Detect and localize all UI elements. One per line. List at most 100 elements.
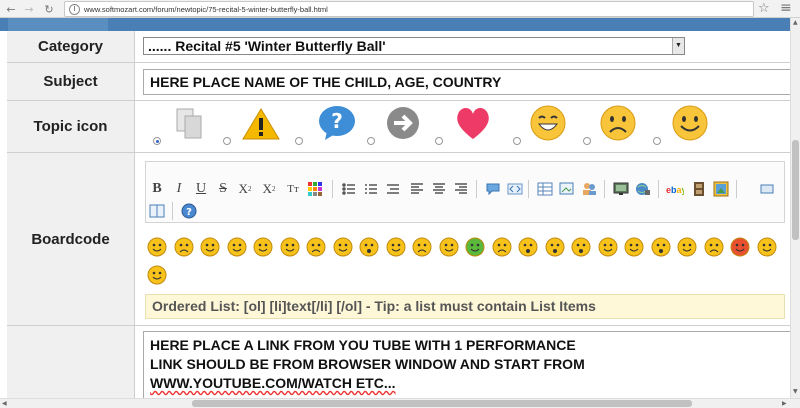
topic-icon-radio[interactable] <box>513 137 521 145</box>
smiley-teary-icon[interactable] <box>412 237 432 257</box>
smiley-ooh-icon[interactable] <box>571 237 591 257</box>
message-line: HERE PLACE A LINK FROM YOU TUBE WITH 1 P… <box>150 337 576 353</box>
smiley-surprised-icon[interactable] <box>359 237 379 257</box>
document-icon <box>176 108 202 139</box>
smiley-laugh-icon[interactable] <box>651 237 671 257</box>
smiley-o-face-icon[interactable] <box>545 237 565 257</box>
topic-icon-row: Topic icon ? <box>7 101 790 153</box>
topic-icon-option-warning[interactable] <box>217 101 287 151</box>
help-icon[interactable]: ? <box>180 202 198 220</box>
underline-button[interactable]: U <box>192 180 210 198</box>
smiley-meh-icon[interactable] <box>677 237 697 257</box>
svg-text:ebay: ebay <box>666 185 684 195</box>
topic-icon-option-arrow[interactable] <box>363 101 433 151</box>
scroll-left-icon[interactable]: ◀ <box>2 400 7 407</box>
smiley-green-icon[interactable] <box>465 237 485 257</box>
smiley-confused-icon[interactable] <box>386 237 406 257</box>
topic-icon-radio[interactable] <box>367 137 375 145</box>
bold-button[interactable]: B <box>148 180 166 198</box>
topic-icon-radio[interactable] <box>153 137 161 145</box>
color-palette-icon[interactable] <box>306 180 324 198</box>
screenshot-icon[interactable] <box>612 180 630 198</box>
scroll-right-icon[interactable]: ▶ <box>782 400 787 407</box>
topic-icon-option-document[interactable] <box>135 101 205 151</box>
unordered-list-icon[interactable] <box>340 180 358 198</box>
bbcode-editor: B I U S X2 X2 Tт eba ? Ordered List: [ol… <box>145 161 785 321</box>
table-icon[interactable] <box>536 180 554 198</box>
horizontal-scroll-thumb[interactable] <box>192 400 692 407</box>
list-item-icon[interactable] <box>384 180 402 198</box>
message-row: HERE PLACE A LINK FROM YOU TUBE WITH 1 P… <box>7 326 798 406</box>
horizontal-scrollbar[interactable]: ◀ ▶ <box>0 398 800 408</box>
topic-icon-option-question[interactable]: ? <box>291 101 361 151</box>
topic-icon-radio[interactable] <box>653 137 661 145</box>
align-left-icon[interactable] <box>408 180 426 198</box>
vertical-scroll-thumb[interactable] <box>792 140 799 240</box>
insert-image-icon[interactable] <box>558 180 576 198</box>
message-line: WWW.YOUTUBE.COM/WATCH ETC... <box>150 375 396 391</box>
smiley-shh-icon[interactable] <box>624 237 644 257</box>
forum-header-bar <box>0 18 790 31</box>
smiley-sad-icon[interactable] <box>174 237 194 257</box>
info-icon[interactable]: i <box>69 3 80 15</box>
message-textarea[interactable]: HERE PLACE A LINK FROM YOU TUBE WITH 1 P… <box>143 331 798 401</box>
heart-icon <box>457 108 489 139</box>
font-size-button[interactable]: Tт <box>284 180 302 198</box>
back-icon[interactable]: ← <box>2 0 20 18</box>
topic-icon-option-sad[interactable] <box>579 101 649 151</box>
subject-input[interactable]: HERE PLACE NAME OF THE CHILD, AGE, COUNT… <box>143 69 800 95</box>
category-select[interactable]: ...... Recital #5 'Winter Butterfly Ball… <box>143 37 685 55</box>
address-bar[interactable]: i www.softmozart.com/forum/newtopic/75-r… <box>64 1 754 17</box>
smiley-wink-icon[interactable] <box>253 237 273 257</box>
smiley-grin-icon[interactable] <box>227 237 247 257</box>
video-film-icon[interactable] <box>690 180 708 198</box>
quote-icon[interactable] <box>484 180 502 198</box>
users-icon[interactable] <box>580 180 598 198</box>
smiley-dizzy-icon[interactable] <box>147 265 167 285</box>
topic-icon-radio[interactable] <box>435 137 443 145</box>
scroll-up-icon[interactable]: ▲ <box>793 19 798 26</box>
scroll-down-icon[interactable]: ▼ <box>793 388 798 395</box>
smiley-glasses-icon[interactable] <box>333 237 353 257</box>
smiley-frown-icon[interactable] <box>492 237 512 257</box>
picture-icon[interactable] <box>712 180 730 198</box>
smiley-devil-icon[interactable] <box>730 237 750 257</box>
topic-icon-radio[interactable] <box>583 137 591 145</box>
smiley-shock-icon[interactable] <box>518 237 538 257</box>
align-center-icon[interactable] <box>430 180 448 198</box>
boardcode-row: Boardcode B I U S X2 X2 Tт eba ? Ordered… <box>7 153 790 326</box>
subscript-label: X <box>238 181 248 196</box>
ordered-list-icon[interactable] <box>362 180 380 198</box>
forward-icon[interactable]: → <box>20 0 38 18</box>
ebay-icon[interactable]: ebay <box>666 180 684 198</box>
reload-icon[interactable]: ↻ <box>40 0 58 18</box>
bbcode-helpline: Ordered List: [ol] [li]text[/li] [/ol] -… <box>145 294 785 319</box>
italic-button[interactable]: I <box>170 180 188 198</box>
smiley-worried-icon[interactable] <box>704 237 724 257</box>
bookmark-star-icon[interactable]: ☆ <box>758 1 770 16</box>
topic-icon-option-heart[interactable] <box>435 101 505 151</box>
dropdown-arrow-icon[interactable]: ▼ <box>672 38 684 54</box>
smiley-smile-icon[interactable] <box>200 237 220 257</box>
superscript-button[interactable]: X2 <box>260 180 278 198</box>
book-icon[interactable] <box>148 202 166 220</box>
smiley-big-grin-icon[interactable] <box>439 237 459 257</box>
smiley-angry-icon[interactable] <box>306 237 326 257</box>
code-icon[interactable] <box>506 180 524 198</box>
more-tools-icon[interactable] <box>758 180 776 198</box>
topic-icon-option-smile[interactable] <box>649 101 719 151</box>
align-right-icon[interactable] <box>452 180 470 198</box>
smiley-neutral-icon[interactable] <box>598 237 618 257</box>
category-label: Category <box>7 31 135 62</box>
topic-icon-radio[interactable] <box>223 137 231 145</box>
vertical-scrollbar[interactable]: ▲ ▼ <box>790 18 800 398</box>
menu-icon[interactable]: ≡ <box>780 0 792 16</box>
globe-link-icon[interactable] <box>634 180 652 198</box>
smiley-rolleyes-icon[interactable] <box>757 237 777 257</box>
subscript-button[interactable]: X2 <box>236 180 254 198</box>
smiley-tongue-icon[interactable] <box>280 237 300 257</box>
strikethrough-button[interactable]: S <box>214 180 232 198</box>
smiley-cool-icon[interactable] <box>147 237 167 257</box>
topic-icon-option-laugh[interactable] <box>507 101 577 151</box>
topic-icon-radio[interactable] <box>295 137 303 145</box>
